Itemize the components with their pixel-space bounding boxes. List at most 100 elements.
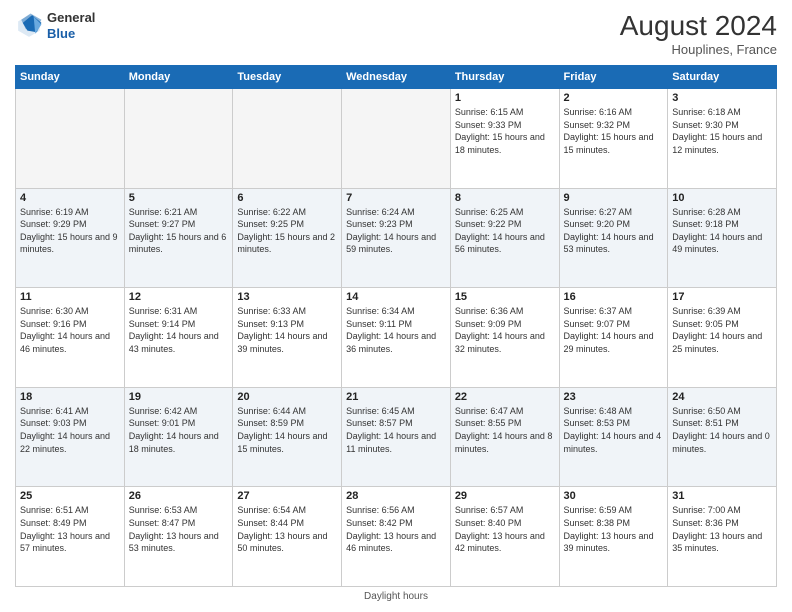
header: General Blue August 2024 Houplines, Fran…: [15, 10, 777, 57]
week-row-3: 11 Sunrise: 6:30 AM Sunset: 9:16 PM Dayl…: [16, 288, 777, 388]
day-cell: 3 Sunrise: 6:18 AM Sunset: 9:30 PM Dayli…: [668, 89, 777, 189]
header-row: SundayMondayTuesdayWednesdayThursdayFrid…: [16, 66, 777, 89]
day-number: 15: [455, 291, 555, 303]
day-cell: 29 Sunrise: 6:57 AM Sunset: 8:40 PM Dayl…: [450, 487, 559, 587]
day-info: Sunrise: 6:45 AM Sunset: 8:57 PM Dayligh…: [346, 405, 446, 455]
day-cell: 14 Sunrise: 6:34 AM Sunset: 9:11 PM Dayl…: [342, 288, 451, 388]
day-number: 13: [237, 291, 337, 303]
day-cell: 24 Sunrise: 6:50 AM Sunset: 8:51 PM Dayl…: [668, 387, 777, 487]
day-cell: 17 Sunrise: 6:39 AM Sunset: 9:05 PM Dayl…: [668, 288, 777, 388]
day-cell: 11 Sunrise: 6:30 AM Sunset: 9:16 PM Dayl…: [16, 288, 125, 388]
day-info: Sunrise: 6:24 AM Sunset: 9:23 PM Dayligh…: [346, 206, 446, 256]
day-info: Sunrise: 6:31 AM Sunset: 9:14 PM Dayligh…: [129, 305, 229, 355]
day-info: Sunrise: 6:44 AM Sunset: 8:59 PM Dayligh…: [237, 405, 337, 455]
day-number: 11: [20, 291, 120, 303]
col-header-monday: Monday: [124, 66, 233, 89]
day-number: 31: [672, 490, 772, 502]
location: Houplines, France: [620, 42, 777, 57]
week-row-1: 1 Sunrise: 6:15 AM Sunset: 9:33 PM Dayli…: [16, 89, 777, 189]
day-info: Sunrise: 6:34 AM Sunset: 9:11 PM Dayligh…: [346, 305, 446, 355]
day-info: Sunrise: 6:18 AM Sunset: 9:30 PM Dayligh…: [672, 106, 772, 156]
col-header-sunday: Sunday: [16, 66, 125, 89]
day-cell: 27 Sunrise: 6:54 AM Sunset: 8:44 PM Dayl…: [233, 487, 342, 587]
day-info: Sunrise: 6:37 AM Sunset: 9:07 PM Dayligh…: [564, 305, 664, 355]
day-info: Sunrise: 6:33 AM Sunset: 9:13 PM Dayligh…: [237, 305, 337, 355]
title-block: August 2024 Houplines, France: [620, 10, 777, 57]
day-cell: 12 Sunrise: 6:31 AM Sunset: 9:14 PM Dayl…: [124, 288, 233, 388]
logo: General Blue: [15, 10, 95, 41]
day-number: 26: [129, 490, 229, 502]
day-number: 23: [564, 391, 664, 403]
day-number: 27: [237, 490, 337, 502]
day-cell: [16, 89, 125, 189]
day-info: Sunrise: 6:51 AM Sunset: 8:49 PM Dayligh…: [20, 504, 120, 554]
day-info: Sunrise: 6:42 AM Sunset: 9:01 PM Dayligh…: [129, 405, 229, 455]
day-cell: [342, 89, 451, 189]
day-cell: 31 Sunrise: 7:00 AM Sunset: 8:36 PM Dayl…: [668, 487, 777, 587]
day-number: 10: [672, 192, 772, 204]
day-cell: 21 Sunrise: 6:45 AM Sunset: 8:57 PM Dayl…: [342, 387, 451, 487]
footer-note: Daylight hours: [15, 591, 777, 602]
logo-icon: [15, 12, 43, 40]
week-row-4: 18 Sunrise: 6:41 AM Sunset: 9:03 PM Dayl…: [16, 387, 777, 487]
day-number: 2: [564, 92, 664, 104]
day-info: Sunrise: 6:59 AM Sunset: 8:38 PM Dayligh…: [564, 504, 664, 554]
day-info: Sunrise: 7:00 AM Sunset: 8:36 PM Dayligh…: [672, 504, 772, 554]
day-info: Sunrise: 6:41 AM Sunset: 9:03 PM Dayligh…: [20, 405, 120, 455]
day-cell: 6 Sunrise: 6:22 AM Sunset: 9:25 PM Dayli…: [233, 188, 342, 288]
day-info: Sunrise: 6:30 AM Sunset: 9:16 PM Dayligh…: [20, 305, 120, 355]
day-info: Sunrise: 6:47 AM Sunset: 8:55 PM Dayligh…: [455, 405, 555, 455]
day-info: Sunrise: 6:48 AM Sunset: 8:53 PM Dayligh…: [564, 405, 664, 455]
week-row-5: 25 Sunrise: 6:51 AM Sunset: 8:49 PM Dayl…: [16, 487, 777, 587]
day-cell: 18 Sunrise: 6:41 AM Sunset: 9:03 PM Dayl…: [16, 387, 125, 487]
col-header-friday: Friday: [559, 66, 668, 89]
month-year: August 2024: [620, 10, 777, 42]
day-info: Sunrise: 6:19 AM Sunset: 9:29 PM Dayligh…: [20, 206, 120, 256]
calendar-table: SundayMondayTuesdayWednesdayThursdayFrid…: [15, 65, 777, 587]
day-number: 3: [672, 92, 772, 104]
day-cell: 28 Sunrise: 6:56 AM Sunset: 8:42 PM Dayl…: [342, 487, 451, 587]
day-number: 14: [346, 291, 446, 303]
day-cell: 1 Sunrise: 6:15 AM Sunset: 9:33 PM Dayli…: [450, 89, 559, 189]
day-number: 24: [672, 391, 772, 403]
day-number: 4: [20, 192, 120, 204]
day-cell: 9 Sunrise: 6:27 AM Sunset: 9:20 PM Dayli…: [559, 188, 668, 288]
calendar: SundayMondayTuesdayWednesdayThursdayFrid…: [15, 65, 777, 587]
day-number: 16: [564, 291, 664, 303]
day-number: 30: [564, 490, 664, 502]
day-info: Sunrise: 6:21 AM Sunset: 9:27 PM Dayligh…: [129, 206, 229, 256]
day-number: 6: [237, 192, 337, 204]
day-number: 1: [455, 92, 555, 104]
day-cell: 30 Sunrise: 6:59 AM Sunset: 8:38 PM Dayl…: [559, 487, 668, 587]
day-cell: [124, 89, 233, 189]
day-number: 20: [237, 391, 337, 403]
day-number: 25: [20, 490, 120, 502]
day-cell: [233, 89, 342, 189]
logo-blue-text: Blue: [47, 26, 95, 42]
day-info: Sunrise: 6:54 AM Sunset: 8:44 PM Dayligh…: [237, 504, 337, 554]
day-cell: 13 Sunrise: 6:33 AM Sunset: 9:13 PM Dayl…: [233, 288, 342, 388]
day-number: 28: [346, 490, 446, 502]
day-info: Sunrise: 6:27 AM Sunset: 9:20 PM Dayligh…: [564, 206, 664, 256]
day-cell: 7 Sunrise: 6:24 AM Sunset: 9:23 PM Dayli…: [342, 188, 451, 288]
page: General Blue August 2024 Houplines, Fran…: [0, 0, 792, 612]
day-info: Sunrise: 6:39 AM Sunset: 9:05 PM Dayligh…: [672, 305, 772, 355]
day-number: 21: [346, 391, 446, 403]
day-number: 19: [129, 391, 229, 403]
day-number: 22: [455, 391, 555, 403]
day-cell: 26 Sunrise: 6:53 AM Sunset: 8:47 PM Dayl…: [124, 487, 233, 587]
day-cell: 25 Sunrise: 6:51 AM Sunset: 8:49 PM Dayl…: [16, 487, 125, 587]
day-cell: 16 Sunrise: 6:37 AM Sunset: 9:07 PM Dayl…: [559, 288, 668, 388]
day-number: 8: [455, 192, 555, 204]
day-cell: 22 Sunrise: 6:47 AM Sunset: 8:55 PM Dayl…: [450, 387, 559, 487]
day-info: Sunrise: 6:57 AM Sunset: 8:40 PM Dayligh…: [455, 504, 555, 554]
day-cell: 10 Sunrise: 6:28 AM Sunset: 9:18 PM Dayl…: [668, 188, 777, 288]
day-info: Sunrise: 6:22 AM Sunset: 9:25 PM Dayligh…: [237, 206, 337, 256]
day-number: 5: [129, 192, 229, 204]
col-header-wednesday: Wednesday: [342, 66, 451, 89]
day-number: 17: [672, 291, 772, 303]
day-info: Sunrise: 6:15 AM Sunset: 9:33 PM Dayligh…: [455, 106, 555, 156]
day-info: Sunrise: 6:56 AM Sunset: 8:42 PM Dayligh…: [346, 504, 446, 554]
day-info: Sunrise: 6:50 AM Sunset: 8:51 PM Dayligh…: [672, 405, 772, 455]
day-info: Sunrise: 6:16 AM Sunset: 9:32 PM Dayligh…: [564, 106, 664, 156]
